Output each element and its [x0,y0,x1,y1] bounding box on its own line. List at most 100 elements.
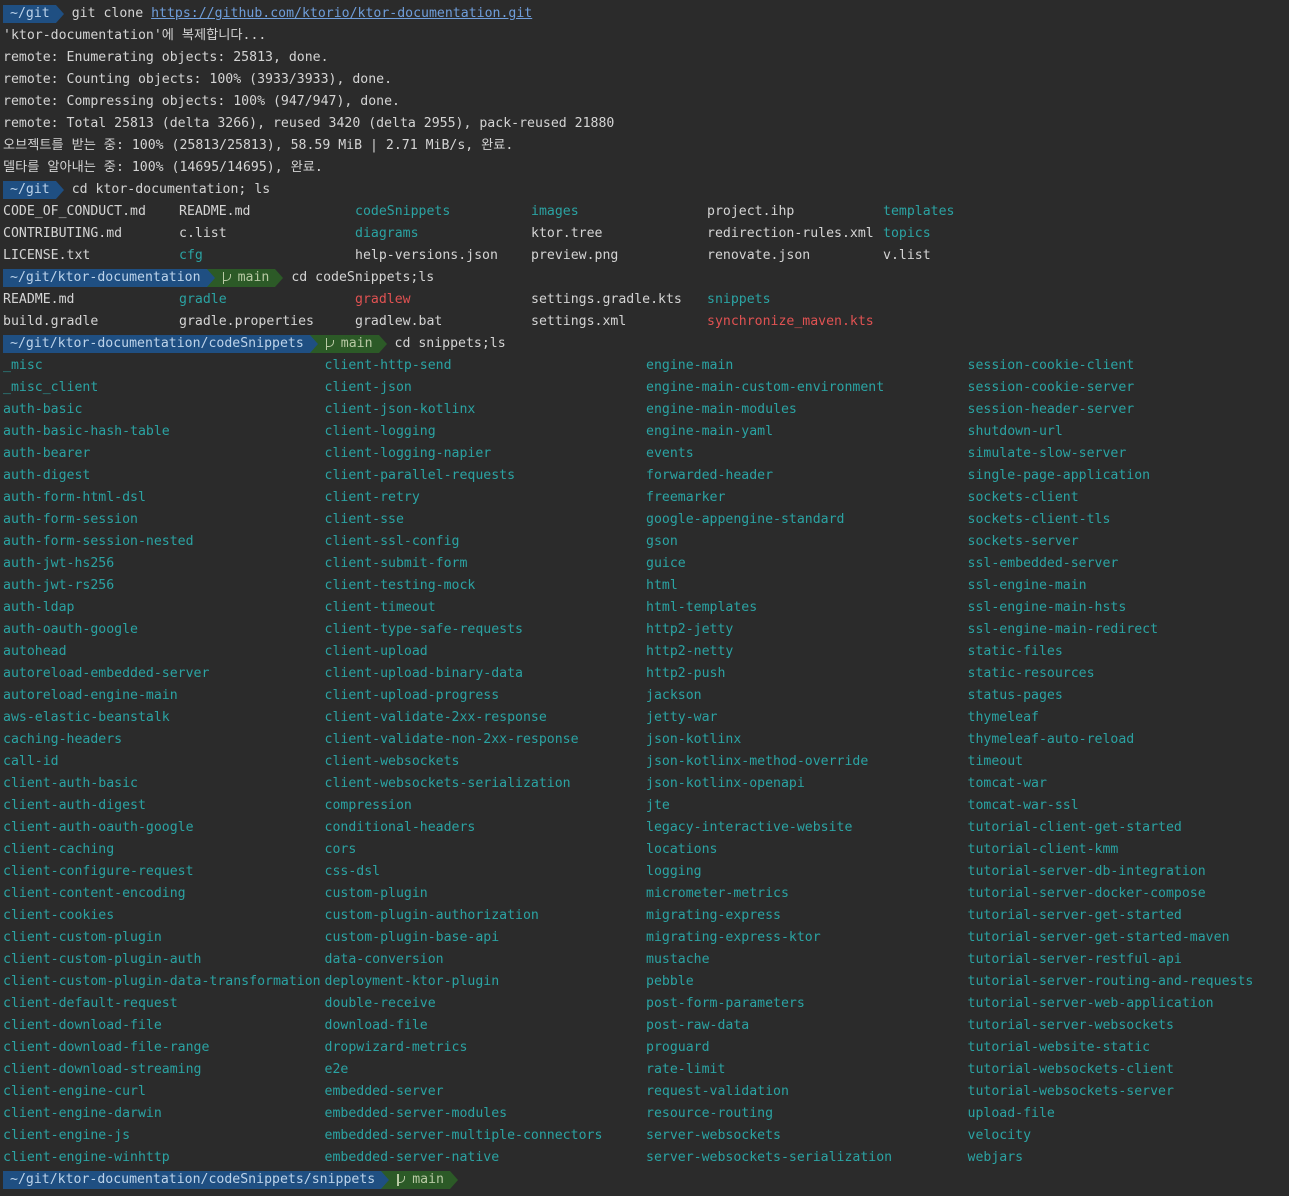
directory-entry: json-kotlinx-method-override [646,754,869,769]
directory-entry: tutorial-client-kmm [967,842,1119,857]
ls-row: client-engine-curl embedded-server request… [3,1081,1289,1103]
prompt-path: ~/git/ktor-documentation/codeSnippets/sn… [3,1171,382,1189]
directory-entry: sockets-client [967,490,1079,505]
prompt-arrow-icon [206,269,215,287]
directory-entry: html [646,578,678,593]
prompt: ~/git [3,5,64,23]
prompt-path: ~/git/ktor-documentation [3,269,207,287]
command-text: cd codeSnippets;ls [291,270,435,285]
directory-entry: download-file [324,1018,428,1033]
prompt: ~/git/ktor-documentation main [3,269,284,287]
ls-row: client-custom-plugin-data-transformation… [3,971,1289,993]
current-prompt-line[interactable]: ~/git/ktor-documentation/codeSnippets/sn… [3,1169,1289,1191]
directory-entry: conditional-headers [324,820,476,835]
output-line: remote: Compressing objects: 100% (947/9… [3,94,400,109]
file-entry: help-versions.json [355,248,498,263]
git-branch-segment: main [389,1171,450,1189]
directory-entry: events [646,446,694,461]
ls-row: client-default-request double-receive post… [3,993,1289,1015]
directory-entry: embedded-server-modules [324,1106,508,1121]
directory-entry: locations [646,842,718,857]
directory-entry: jetty-war [646,710,718,725]
ls-row: client-auth-basic client-websockets-seria… [3,773,1289,795]
directory-entry: client-custom-plugin-data-transformation [3,974,321,989]
directory-entry: client-validate-non-2xx-response [324,732,579,747]
file-entry: LICENSE.txt [3,248,91,263]
directory-entry: client-engine-js [3,1128,131,1143]
prompt: ~/git [3,181,64,199]
directory-entry: auth-form-html-dsl [3,490,146,505]
file-entry: README.md [179,204,251,219]
directory-entry: tutorial-server-db-integration [967,864,1206,879]
git-branch-icon [221,272,231,284]
directory-entry: auth-bearer [3,446,91,461]
directory-entry: request-validation [646,1084,789,1099]
directory-entry: _misc_client [3,380,99,395]
directory-entry: client-engine-darwin [3,1106,162,1121]
directory-entry: static-files [967,644,1063,659]
directory-entry: client-logging-napier [324,446,492,461]
directory-entry: tutorial-server-websockets [967,1018,1174,1033]
directory-entry: http2-netty [646,644,734,659]
directory-entry: migrating-express-ktor [646,930,821,945]
directory-entry: webjars [967,1150,1024,1165]
ls-row: client-content-encoding custom-plugin micr… [3,883,1289,905]
ls-row: client-engine-darwin embedded-server-modu… [3,1103,1289,1125]
prompt-arrow-icon [55,5,64,23]
output-line: 오브젝트를 받는 중: 100% (25813/25813), 58.59 Mi… [3,138,514,153]
directory-entry: pebble [646,974,694,989]
directory-entry: client-caching [3,842,115,857]
directory-entry: client-websockets [324,754,460,769]
directory-entry: status-pages [967,688,1063,703]
directory-entry: custom-plugin-authorization [324,908,539,923]
file-entry: redirection-rules.xml [707,226,874,241]
directory-entry: diagrams [355,226,419,241]
directory-entry: cfg [179,248,203,263]
directory-entry: tomcat-war-ssl [967,798,1079,813]
ls-row: autohead client-upload http2-netty static-f… [3,641,1289,663]
ls-row: auth-bearer client-logging-napier events si… [3,443,1289,465]
ls-row: auth-form-session client-sse google-appeng… [3,509,1289,531]
directory-entry: auth-ldap [3,600,75,615]
directory-entry: client-auth-digest [3,798,146,813]
directory-entry: gradle [179,292,227,307]
command-line: ~/git/ktor-documentation main cd codeSni… [3,267,1289,289]
ls-output-codesnippets: README.md gradle gradlew settings.gradle.kt… [3,289,1289,333]
repo-url-link[interactable]: https://github.com/ktorio/ktor-documenta… [151,3,532,25]
directory-entry: http2-jetty [646,622,734,637]
directory-entry: upload-file [967,1106,1055,1121]
directory-entry: deployment-ktor-plugin [324,974,500,989]
directory-entry: rate-limit [646,1062,726,1077]
directory-entry: tomcat-war [967,776,1047,791]
command-line: ~/git cd ktor-documentation; ls [3,179,1289,201]
file-entry: gradlew.bat [355,314,443,329]
directory-entry: client-json-kotlinx [324,402,476,417]
ls-row: auth-oauth-google client-type-safe-reques… [3,619,1289,641]
directory-entry: tutorial-website-static [967,1040,1151,1055]
ls-row: client-auth-digest compression jte tomcat-w… [3,795,1289,817]
git-branch-name: main [412,1172,444,1187]
directory-entry: html-templates [646,600,758,615]
directory-entry: snippets [707,292,771,307]
output-line: 델타를 알아내는 중: 100% (14695/14695), 완료. [3,160,323,175]
directory-entry: client-websockets-serialization [324,776,571,791]
ls-row: auth-jwt-hs256 client-submit-form guice ssl… [3,553,1289,575]
directory-entry: timeout [967,754,1024,769]
file-entry: renovate.json [707,248,811,263]
directory-entry: json-kotlinx [646,732,742,747]
terminal-window[interactable]: ~/git git clone https://github.com/ktori… [0,0,1289,1191]
directory-entry: autoreload-engine-main [3,688,178,703]
directory-entry: templates [883,204,955,219]
directory-entry: auth-basic [3,402,83,417]
directory-entry: session-cookie-server [967,380,1135,395]
directory-entry: guice [646,556,686,571]
ls-row: caching-headers client-validate-non-2xx-r… [3,729,1289,751]
directory-entry: client-download-file [3,1018,162,1033]
prompt-path: ~/git [3,181,56,199]
directory-entry: engine-main-modules [646,402,797,417]
command-line: ~/git/ktor-documentation/codeSnippets ma… [3,333,1289,355]
directory-entry: engine-main [646,358,734,373]
directory-entry: autohead [3,644,67,659]
directory-entry: session-cookie-client [967,358,1135,373]
directory-entry: client-validate-2xx-response [324,710,547,725]
